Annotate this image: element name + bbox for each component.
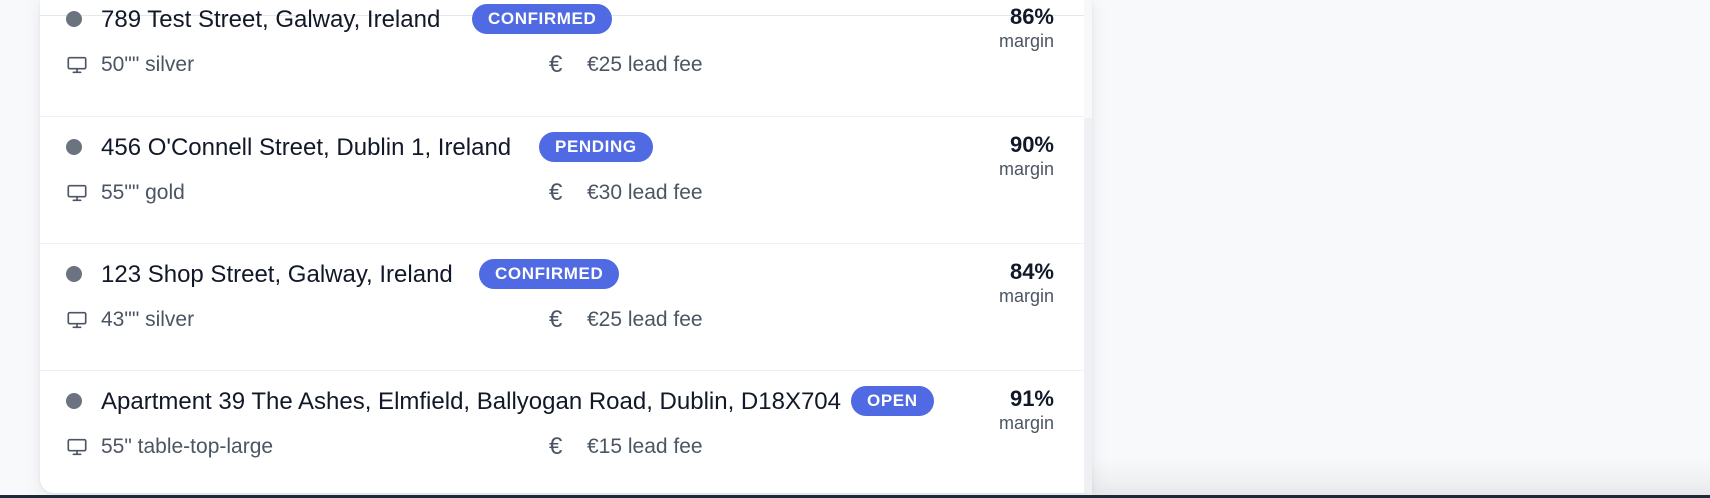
scrollbar-thumb[interactable] <box>1084 0 1092 118</box>
monitor-icon <box>67 311 87 329</box>
lead-fee: €25 lead fee <box>587 53 703 76</box>
lead-fee: €15 lead fee <box>587 435 703 458</box>
screen-spec: 55" table-top-large <box>101 435 274 458</box>
status-dot-icon <box>66 266 82 282</box>
status-dot-icon <box>66 393 82 409</box>
margin-percent: 84% <box>1009 259 1054 284</box>
listing-row[interactable]: Apartment 39 The Ashes, Elmfield, Ballyo… <box>40 370 1084 493</box>
listing-row[interactable]: 123 Shop Street, Galway, Ireland CONFIRM… <box>40 243 1084 371</box>
listing-address: Apartment 39 The Ashes, Elmfield, Ballyo… <box>101 388 841 415</box>
euro-icon: € <box>549 433 563 460</box>
screen-spec: 43"" silver <box>101 308 195 331</box>
euro-icon: € <box>549 179 563 206</box>
scrollbar[interactable] <box>1084 0 1092 493</box>
euro-icon: € <box>549 306 563 333</box>
screen-spec: 55"" gold <box>101 181 185 204</box>
monitor-icon <box>67 184 87 202</box>
status-badge: PENDING <box>539 132 653 162</box>
monitor-icon <box>67 438 87 456</box>
euro-icon: € <box>549 51 563 78</box>
status-badge: CONFIRMED <box>472 4 613 34</box>
listing-row[interactable]: 789 Test Street, Galway, Ireland CONFIRM… <box>40 0 1084 116</box>
monitor-icon <box>67 56 87 74</box>
margin-label: margin <box>998 413 1054 433</box>
lead-fee: €30 lead fee <box>587 181 703 204</box>
margin-percent: 86% <box>1009 4 1054 29</box>
backdrop-shadow <box>1092 0 1710 498</box>
margin-label: margin <box>998 159 1054 179</box>
status-dot-icon <box>66 11 82 27</box>
status-badge: CONFIRMED <box>479 259 620 289</box>
lead-fee: €25 lead fee <box>587 308 703 331</box>
status-badge: OPEN <box>851 386 934 416</box>
listing-row[interactable]: 456 O'Connell Street, Dublin 1, Ireland … <box>40 116 1084 244</box>
listing-address: 456 O'Connell Street, Dublin 1, Ireland <box>101 134 512 161</box>
status-dot-icon <box>66 139 82 155</box>
margin-label: margin <box>998 286 1054 306</box>
listings-panel: 789 Test Street, Galway, Ireland CONFIRM… <box>40 0 1092 493</box>
listing-address: 789 Test Street, Galway, Ireland <box>101 6 441 33</box>
screen-spec: 50"" silver <box>101 53 195 76</box>
listing-address: 123 Shop Street, Galway, Ireland <box>101 261 453 288</box>
margin-label: margin <box>998 31 1054 51</box>
margin-percent: 90% <box>1009 132 1054 157</box>
margin-percent: 91% <box>1009 386 1054 411</box>
